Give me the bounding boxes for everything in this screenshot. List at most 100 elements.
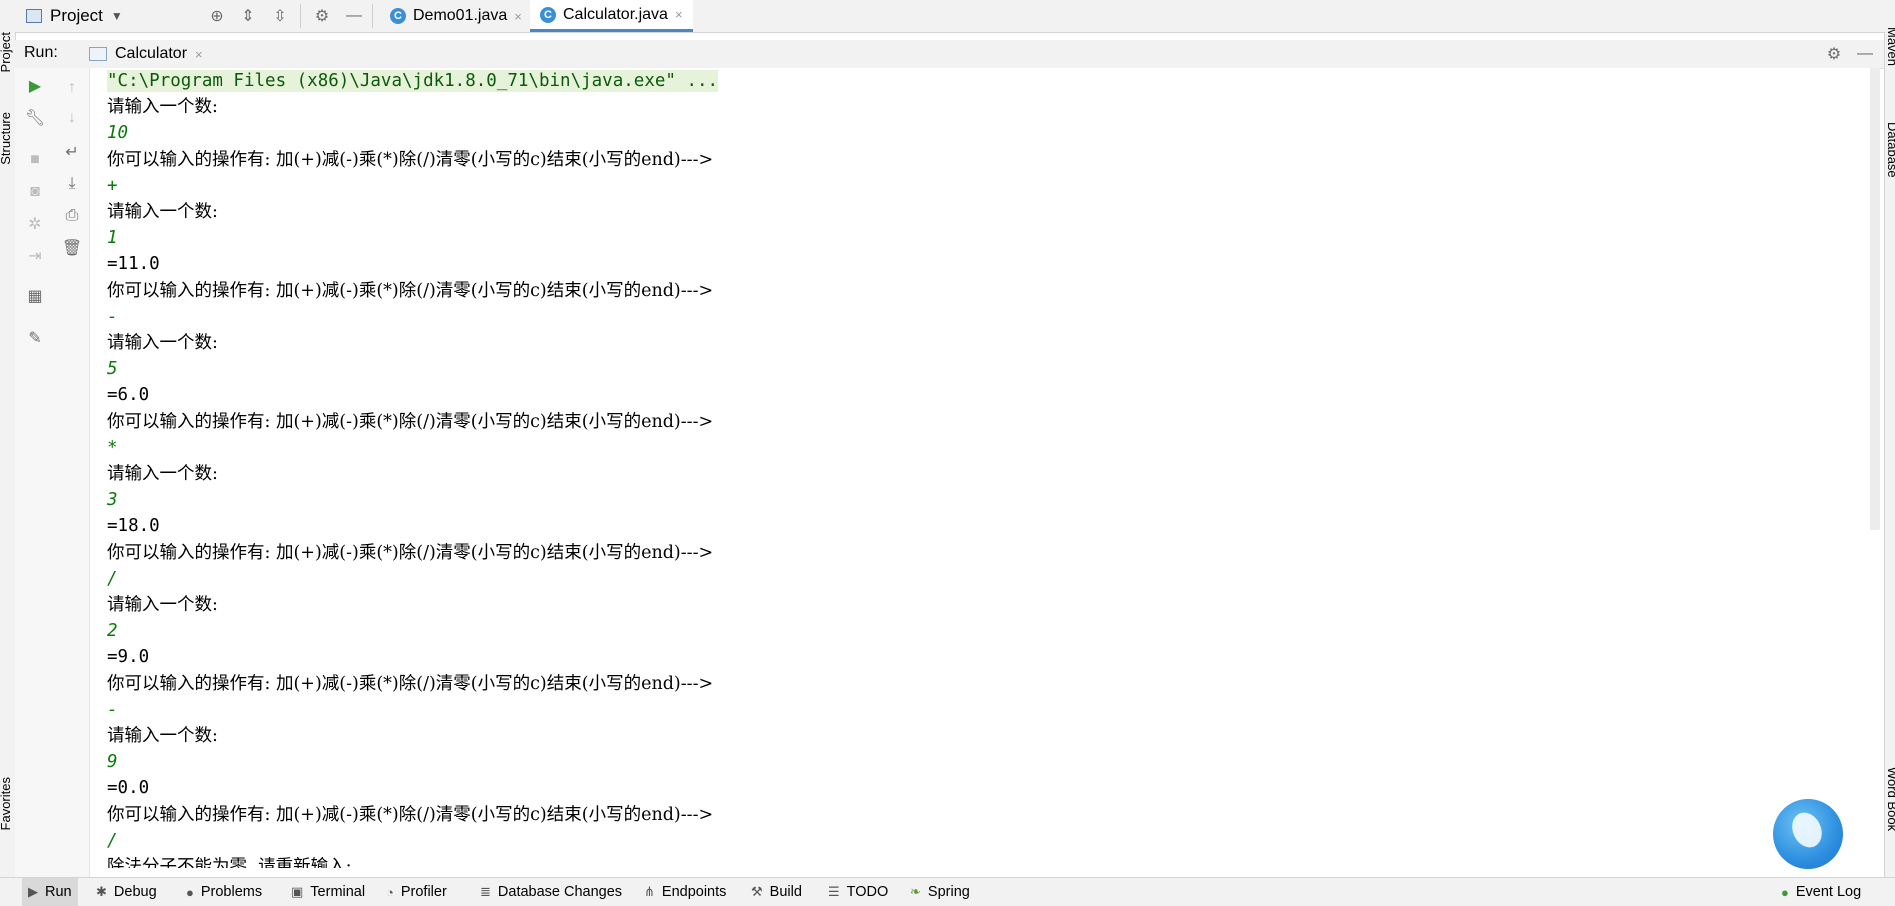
bottom-tab-label: Problems: [200, 884, 263, 900]
console-output-line: =9.0: [107, 647, 150, 668]
stop-icon[interactable]: ■: [23, 148, 47, 172]
profiler-icon: ◔: [386, 884, 394, 900]
hammer-icon: ⚒: [751, 884, 763, 899]
console-icon: [89, 47, 107, 61]
console-input-line: 2: [107, 621, 118, 642]
console-output-line: 你可以输入的操作有: 加(+)减(-)乘(*)除(/)清零(小写的c)结束(小写…: [107, 280, 714, 301]
spring-leaf-icon: ❧: [910, 884, 921, 899]
console-input-line: *: [107, 437, 118, 458]
bottom-tab-label: Spring: [927, 884, 970, 900]
up-arrow-icon[interactable]: ↑: [60, 76, 84, 100]
bottom-tab-label: Run: [45, 884, 72, 900]
console-scrollbar[interactable]: [1870, 68, 1880, 530]
run-tab-label: Calculator: [115, 45, 188, 62]
side-tab-database[interactable]: Database: [1885, 122, 1895, 178]
tab-label: Demo01.java: [413, 7, 508, 24]
event-log-label: Event Log: [1795, 884, 1862, 900]
print-icon[interactable]: ⎙: [60, 204, 84, 228]
close-icon[interactable]: ×: [675, 7, 683, 22]
console-output-line: 请输入一个数:: [107, 202, 218, 222]
console-output-line: 请输入一个数:: [107, 464, 218, 484]
locate-icon[interactable]: ⊕: [205, 4, 229, 28]
console-output-line: 你可以输入的操作有: 加(+)减(-)乘(*)除(/)清零(小写的c)结束(小写…: [107, 804, 714, 825]
settings-disabled-icon[interactable]: ✲: [23, 212, 47, 236]
side-tab-maven[interactable]: Maven: [1885, 27, 1895, 66]
minimize-icon[interactable]: —: [1853, 42, 1877, 66]
project-label: Project: [50, 6, 103, 25]
project-view-button[interactable]: Project ▼: [26, 3, 123, 29]
bottom-tab-database-changes[interactable]: ≣ Database Changes: [474, 878, 628, 906]
bottom-tab-label: Endpoints: [661, 884, 727, 900]
console-input-line: 1: [107, 228, 118, 249]
gear-icon[interactable]: ⚙: [310, 4, 334, 28]
close-icon[interactable]: ×: [514, 9, 522, 24]
terminal-icon: ▣: [291, 884, 304, 899]
right-tool-window-strip: Maven Database Word Book: [1884, 27, 1895, 877]
console-input-line: 3: [107, 490, 118, 511]
database-changes-icon: ≣: [480, 884, 491, 899]
side-tab-favorites[interactable]: Favorites: [0, 777, 13, 830]
c-class-icon: C: [390, 8, 406, 24]
console-output-line: 请输入一个数:: [107, 595, 218, 615]
down-arrow-icon[interactable]: ↓: [60, 106, 84, 130]
close-icon[interactable]: ×: [195, 47, 203, 62]
event-log-icon: ●: [1781, 884, 1789, 900]
exit-icon[interactable]: ⇥: [23, 244, 47, 268]
console-input-line: /: [107, 568, 118, 589]
bottom-tab-terminal[interactable]: ▣ Terminal: [285, 878, 371, 906]
run-title: Run:: [24, 44, 58, 61]
soft-wrap-icon[interactable]: ↵: [60, 140, 84, 164]
layout-icon[interactable]: ▦: [23, 284, 47, 308]
project-window-icon: [26, 9, 42, 23]
side-tab-project[interactable]: Project: [0, 32, 13, 72]
collapse-all-icon[interactable]: ⇳: [268, 4, 292, 28]
console-output-line: 你可以输入的操作有: 加(+)减(-)乘(*)除(/)清零(小写的c)结束(小写…: [107, 542, 714, 563]
side-tab-word-book[interactable]: Word Book: [1885, 767, 1895, 831]
tab-demo01-java[interactable]: C Demo01.java ×: [380, 0, 532, 32]
tab-calculator-java[interactable]: C Calculator.java ×: [530, 0, 693, 32]
bottom-tab-label: Build: [769, 884, 802, 900]
separator: [372, 4, 373, 28]
scroll-to-end-icon[interactable]: ⤓: [60, 172, 84, 196]
console-output-line: 请输入一个数:: [107, 97, 218, 118]
wrench-icon[interactable]: 🔧︎: [23, 106, 47, 130]
console-output-line: 你可以输入的操作有: 加(+)减(-)乘(*)除(/)清零(小写的c)结束(小写…: [107, 149, 714, 170]
chevron-down-icon[interactable]: ▼: [111, 9, 123, 23]
trash-icon[interactable]: 🗑︎: [60, 236, 84, 260]
bottom-tab-debug[interactable]: ✱ Debug: [90, 878, 163, 906]
tab-label: Calculator.java: [563, 5, 668, 23]
bottom-tool-window-bar: ▶ Run ✱ Debug ● Problems ▣ Terminal ◔ Pr…: [0, 877, 1895, 906]
bottom-tab-profiler[interactable]: ◔ Profiler: [380, 878, 453, 906]
separator: [300, 4, 301, 28]
console-command-line: "C:\Program Files (x86)\Java\jdk1.8.0_71…: [107, 70, 719, 92]
left-tool-window-strip: Project Structure Favorites: [0, 32, 16, 877]
console-input-line: -: [107, 699, 118, 720]
console-output-line: =0.0: [107, 778, 150, 799]
c-class-icon: C: [540, 6, 556, 23]
console-output-line: 请输入一个数:: [107, 333, 218, 353]
console-output-line: =18.0: [107, 516, 160, 537]
camera-icon[interactable]: ◙: [23, 180, 47, 204]
run-toolbar-secondary: ↑ ↓ ↵ ⤓ ⎙ 🗑︎: [55, 68, 90, 877]
endpoints-icon: ⋔: [644, 884, 655, 899]
run-tool-window-header: Run: Calculator × ⚙ —: [15, 40, 1884, 69]
rerun-icon[interactable]: ▶: [23, 74, 47, 98]
bottom-tab-label: TODO: [846, 884, 889, 900]
event-log-button[interactable]: ● Event Log: [1775, 878, 1867, 906]
run-tab-calculator[interactable]: Calculator ×: [81, 40, 211, 68]
side-tab-structure[interactable]: Structure: [0, 112, 13, 165]
bottom-tab-run[interactable]: ▶ Run: [22, 878, 78, 906]
editor-tab-bar: Project ▼ ⊕ ⇕ ⇳ ⚙ — C Demo01.java × C Ca…: [0, 0, 1895, 33]
pin-icon[interactable]: ✎: [23, 326, 47, 350]
expand-all-icon[interactable]: ⇕: [236, 4, 260, 28]
minimize-icon[interactable]: —: [342, 4, 366, 28]
bottom-tab-todo[interactable]: ☰ TODO: [822, 878, 894, 906]
console-output-line: 除法分子不能为零, 请重新输入:: [107, 857, 352, 868]
console-output[interactable]: "C:\Program Files (x86)\Java\jdk1.8.0_71…: [90, 68, 1870, 868]
bottom-tab-endpoints[interactable]: ⋔ Endpoints: [638, 878, 732, 906]
bottom-tab-spring[interactable]: ❧ Spring: [904, 878, 976, 906]
bottom-tab-build[interactable]: ⚒ Build: [745, 878, 808, 906]
gear-icon[interactable]: ⚙: [1822, 42, 1846, 66]
console-input-line: 9: [107, 752, 118, 773]
bottom-tab-problems[interactable]: ● Problems: [180, 878, 268, 906]
